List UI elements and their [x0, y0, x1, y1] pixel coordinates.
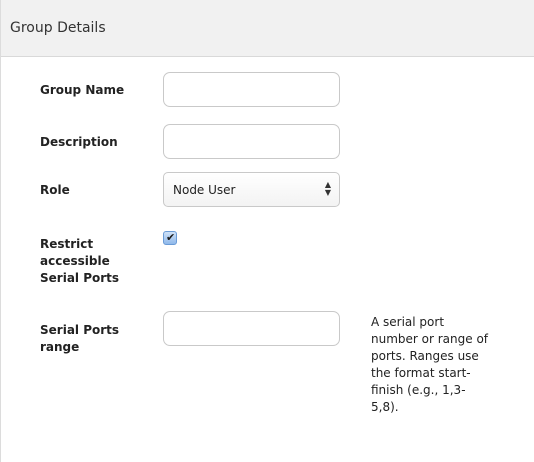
description-input[interactable]: [163, 124, 340, 159]
restrict-serial-label-line2: accessible: [40, 254, 110, 268]
panel-header: Group Details: [1, 0, 534, 57]
help-line: number or range of: [371, 332, 489, 346]
help-line: A serial port: [371, 315, 445, 329]
role-select[interactable]: Node User ▲ ▼: [163, 172, 340, 207]
description-label: Description: [40, 135, 118, 149]
group-name-label: Group Name: [40, 83, 125, 97]
restrict-serial-label-line1: Restrict: [40, 237, 94, 251]
help-line: 5,8).: [371, 400, 399, 414]
panel-title: Group Details: [10, 20, 106, 36]
group-details-panel: Group Details Group Name Description Rol…: [0, 0, 534, 462]
help-line: the format start-: [371, 366, 471, 380]
serial-range-label-line2: range: [40, 340, 80, 354]
serial-range-help: A serial port number or range of ports. …: [371, 314, 511, 416]
restrict-serial-checkbox[interactable]: ✔: [163, 231, 177, 245]
help-line: ports. Ranges use: [371, 349, 479, 363]
group-name-input[interactable]: [163, 72, 340, 107]
serial-range-input[interactable]: [163, 311, 340, 346]
serial-range-label-line1: Serial Ports: [40, 323, 120, 337]
restrict-serial-label-line3: Serial Ports: [40, 271, 120, 285]
role-label: Role: [40, 183, 70, 197]
help-line: finish (e.g., 1,3-: [371, 383, 466, 397]
checkmark-icon: ✔: [166, 231, 176, 244]
updown-chevron-icon: ▲ ▼: [324, 180, 331, 197]
role-select-value: Node User: [173, 183, 236, 197]
